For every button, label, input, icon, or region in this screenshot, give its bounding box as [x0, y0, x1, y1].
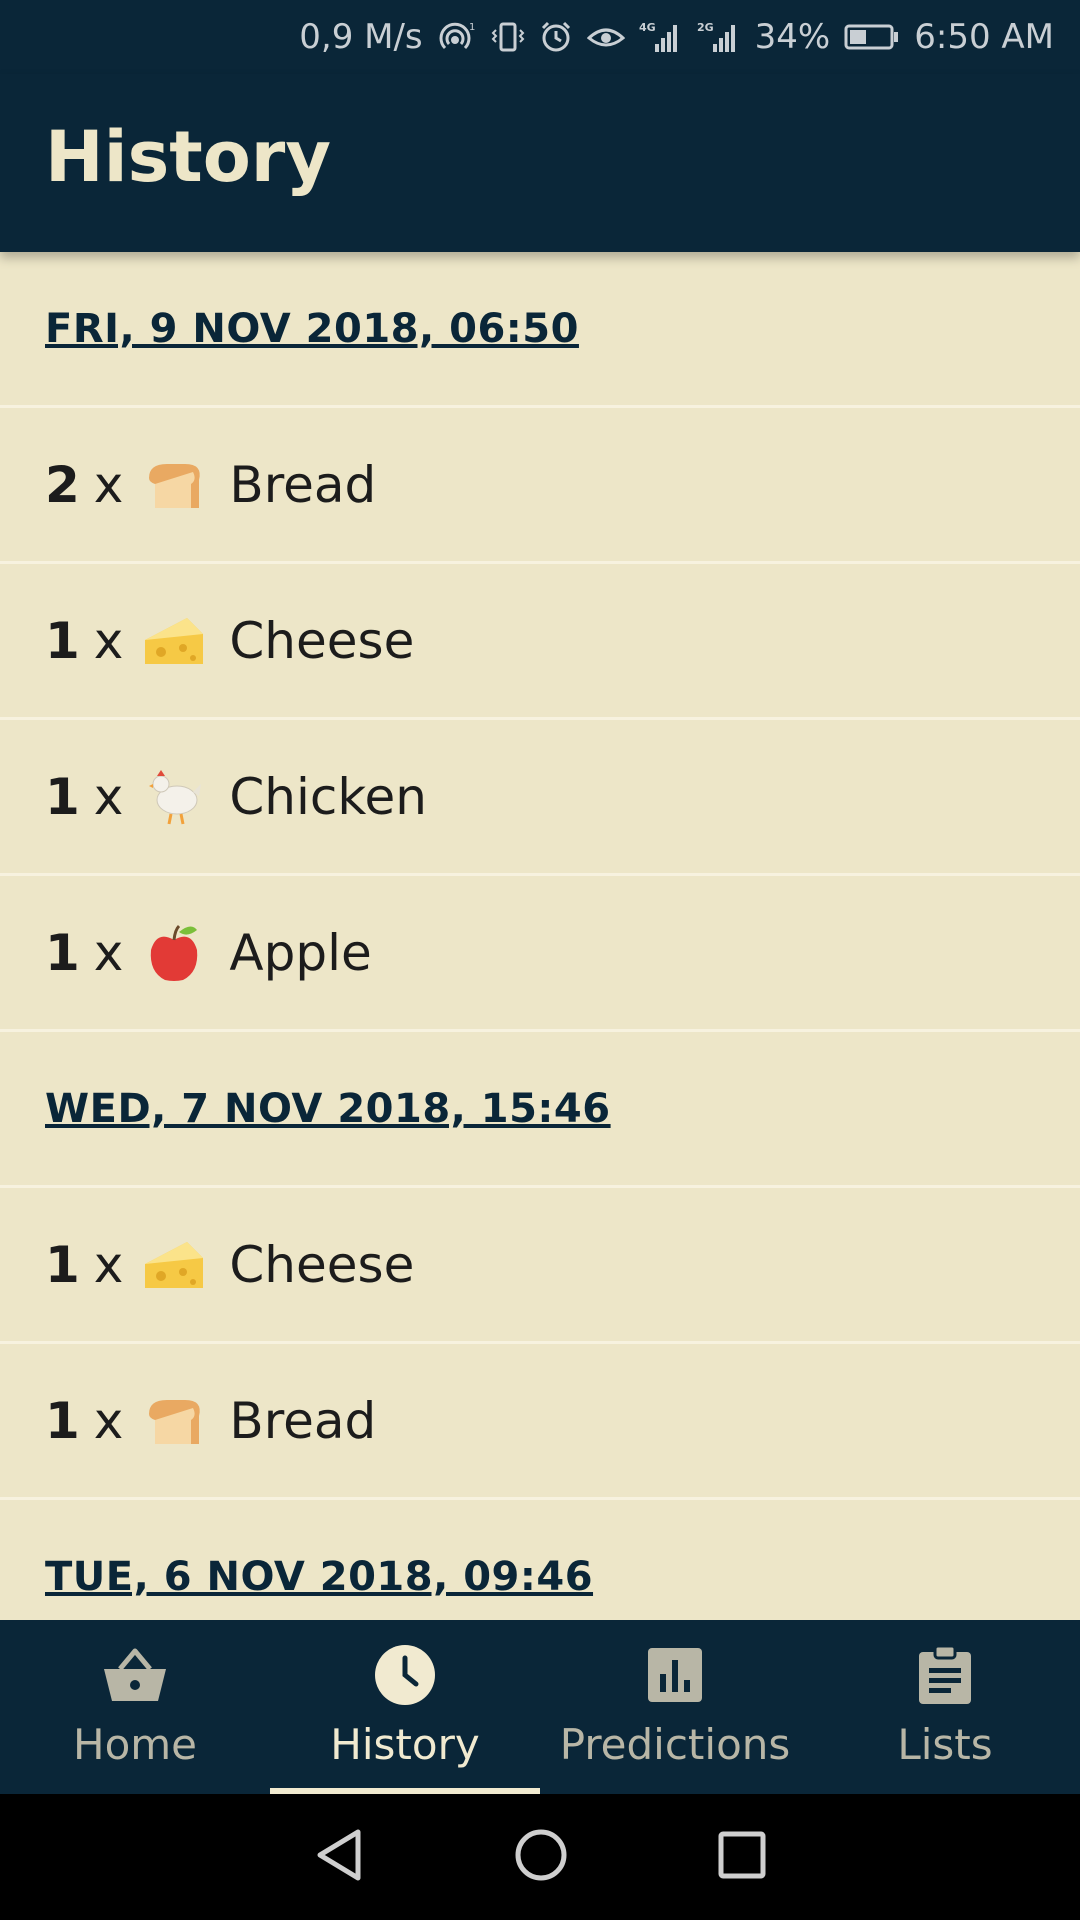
app-bar: History	[0, 74, 1080, 252]
list-item[interactable]: 1 x Bread	[0, 1344, 1080, 1500]
item-name: Bread	[229, 1391, 377, 1450]
item-name: Bread	[229, 455, 377, 514]
item-quantity: 1	[45, 611, 80, 670]
page-title: History	[45, 116, 331, 198]
svg-text:1: 1	[469, 22, 475, 33]
clock-icon	[372, 1642, 438, 1708]
item-name: Cheese	[229, 611, 415, 670]
item-name: Chicken	[229, 767, 427, 826]
tab-label: Home	[72, 1720, 198, 1769]
item-quantity: 1	[45, 1235, 80, 1294]
chicken-emoji	[149, 769, 202, 824]
signal-4g-icon: 4G	[639, 20, 683, 54]
recents-icon[interactable]	[718, 1831, 766, 1883]
network-speed: 0,9 M/s	[299, 17, 423, 57]
hotspot-icon: 1	[437, 20, 477, 54]
system-navigation-bar	[0, 1794, 1080, 1920]
tab-predictions[interactable]: Predictions	[540, 1620, 810, 1794]
home-circle-icon[interactable]	[514, 1828, 568, 1886]
history-list[interactable]: FRI, 9 NOV 2018, 06:50 2 x Bread 1 x Che…	[0, 252, 1080, 1620]
times-sign: x	[93, 455, 124, 514]
battery-icon	[844, 22, 900, 52]
times-sign: x	[93, 1391, 124, 1450]
signal-2g-icon: 2G	[697, 20, 741, 54]
svg-text:4G: 4G	[639, 21, 656, 34]
item-name: Cheese	[229, 1235, 415, 1294]
cheese-emoji	[145, 1241, 204, 1288]
basket-icon	[102, 1642, 168, 1708]
list-item[interactable]: 2 x Bread	[0, 408, 1080, 564]
tab-home[interactable]: Home	[0, 1620, 270, 1794]
tab-label: History	[330, 1720, 480, 1769]
clock-time: 6:50 AM	[914, 17, 1054, 57]
eye-icon	[586, 20, 625, 54]
bread-emoji	[149, 1399, 201, 1444]
vibrate-icon	[491, 20, 525, 54]
times-sign: x	[93, 923, 124, 982]
list-item[interactable]: 1 x Chicken	[0, 720, 1080, 876]
tab-history[interactable]: History	[270, 1620, 540, 1794]
apple-emoji	[151, 924, 198, 981]
times-sign: x	[93, 611, 124, 670]
history-date-header[interactable]: FRI, 9 NOV 2018, 06:50	[0, 252, 1080, 408]
bread-emoji	[149, 463, 201, 508]
list-item[interactable]: 1 x Cheese	[0, 1188, 1080, 1344]
alarm-icon	[539, 20, 573, 54]
bottom-navigation: Home History Predictions Lists	[0, 1620, 1080, 1794]
back-icon[interactable]	[314, 1828, 364, 1886]
date-label: FRI, 9 NOV 2018, 06:50	[45, 305, 579, 352]
clipboard-icon	[912, 1642, 978, 1708]
item-quantity: 1	[45, 1391, 80, 1450]
times-sign: x	[93, 1235, 124, 1294]
list-item[interactable]: 1 x Cheese	[0, 564, 1080, 720]
bar-chart-icon	[642, 1642, 708, 1708]
date-label: WED, 7 NOV 2018, 15:46	[45, 1085, 611, 1132]
status-bar: 0,9 M/s 1 4G 2G 34% 6:50 AM	[0, 0, 1080, 74]
list-item[interactable]: 1 x Apple	[0, 876, 1080, 1032]
history-date-header[interactable]: TUE, 6 NOV 2018, 09:46	[0, 1500, 1080, 1620]
date-label: TUE, 6 NOV 2018, 09:46	[45, 1553, 594, 1600]
battery-percent: 34%	[754, 17, 831, 57]
cheese-emoji	[145, 617, 204, 664]
item-quantity: 1	[45, 923, 80, 982]
history-date-header[interactable]: WED, 7 NOV 2018, 15:46	[0, 1032, 1080, 1188]
times-sign: x	[93, 767, 124, 826]
tab-label: Lists	[897, 1720, 993, 1769]
tab-lists[interactable]: Lists	[810, 1620, 1080, 1794]
item-quantity: 2	[45, 455, 80, 514]
item-quantity: 1	[45, 767, 80, 826]
item-name: Apple	[229, 923, 372, 982]
tab-label: Predictions	[559, 1720, 791, 1769]
svg-text:2G: 2G	[697, 21, 714, 34]
